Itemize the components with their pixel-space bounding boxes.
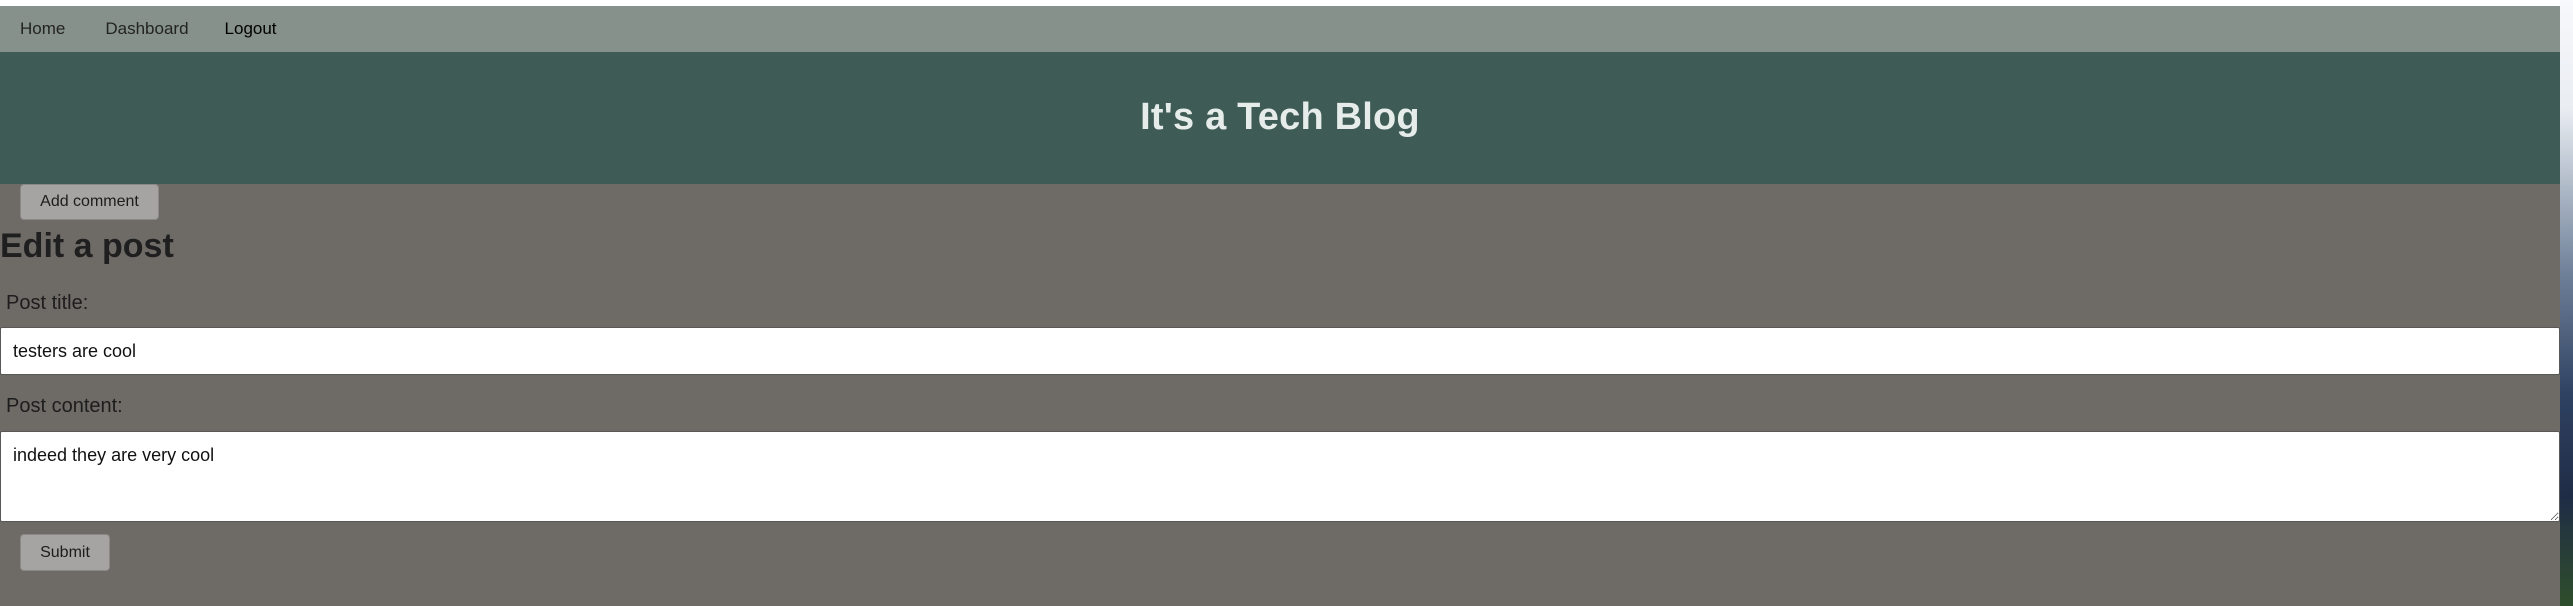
edit-post-heading: Edit a post: [0, 227, 174, 265]
post-title-input[interactable]: [0, 327, 2560, 375]
site-title: It's a Tech Blog: [1140, 96, 1420, 139]
post-content-textarea[interactable]: indeed they are very cool: [0, 431, 2560, 522]
main-content: Add comment Edit a post Post title: Post…: [0, 184, 2560, 606]
page: Home Dashboard Logout It's a Tech Blog A…: [0, 0, 2573, 606]
nav-link-home[interactable]: Home: [20, 6, 65, 52]
add-comment-button[interactable]: Add comment: [20, 184, 159, 220]
nav-link-dashboard[interactable]: Dashboard: [105, 6, 188, 52]
nav-link-logout[interactable]: Logout: [225, 6, 277, 52]
post-content-label: Post content:: [6, 395, 123, 417]
site-header: It's a Tech Blog: [0, 52, 2560, 184]
submit-button[interactable]: Submit: [20, 534, 110, 571]
background-image-edge: [2560, 0, 2573, 606]
post-title-label: Post title:: [6, 292, 89, 314]
top-navbar: Home Dashboard Logout: [0, 6, 2560, 52]
